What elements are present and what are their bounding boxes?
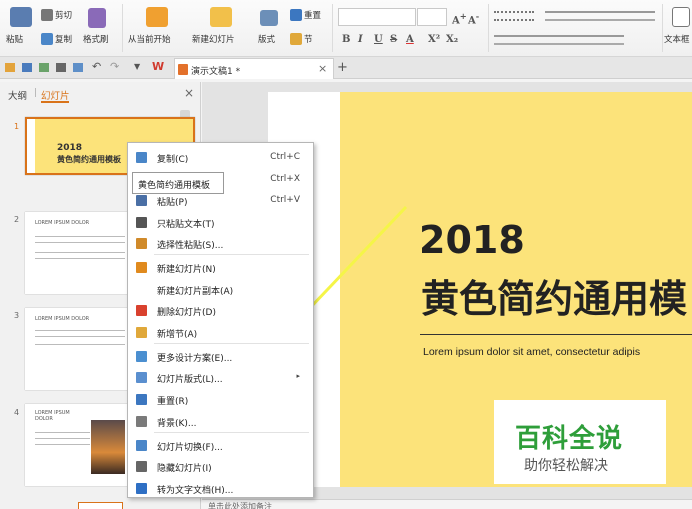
menu-item-label: 隐藏幻灯片(I)	[157, 464, 212, 474]
menu-item-background[interactable]: 背景(K)...	[128, 411, 314, 432]
to-word-icon	[136, 483, 147, 494]
menu-item-label: 幻灯片切换(F)...	[157, 443, 223, 453]
menu-separator	[154, 432, 309, 433]
paste-icon	[136, 195, 147, 206]
menu-item-more-designs[interactable]: 更多设计方案(E)...	[128, 346, 314, 367]
delete-slide-icon	[136, 305, 147, 316]
annotation-arrow	[198, 205, 408, 424]
menu-item-label: 更多设计方案(E)...	[157, 354, 233, 364]
menu-item-label: 新增节(A)	[157, 330, 198, 340]
menu-item-label: 转为文字文档(H)...	[157, 486, 234, 496]
menu-item-label: 重置(R)	[157, 397, 189, 407]
menu-item-label: 背景(K)...	[157, 419, 197, 429]
menu-item-label: 新建幻灯片副本(A)	[157, 287, 234, 297]
menu-item-label: 复制(C)	[157, 155, 189, 165]
menu-item-new-section[interactable]: 新增节(A)	[128, 322, 314, 343]
menu-item-label: 只粘贴文本(T)	[157, 220, 215, 230]
menu-item-label: 选择性粘贴(S)...	[157, 241, 224, 251]
tooltip: 黄色简约通用模板	[132, 172, 224, 194]
hide-slide-icon	[136, 461, 147, 472]
menu-item-convert-to-document[interactable]: 转为文字文档(H)...	[128, 478, 314, 499]
menu-item-copy[interactable]: 复制(C) Ctrl+C	[128, 147, 314, 168]
menu-item-label: 新建幻灯片(N)	[157, 265, 216, 275]
paste-text-icon	[136, 217, 147, 228]
design-icon	[136, 351, 147, 362]
reset-icon	[136, 394, 147, 405]
menu-item-label: 幻灯片版式(L)...	[157, 375, 223, 385]
shortcut-label: Ctrl+C	[270, 152, 300, 162]
menu-item-label: 粘贴(P)	[157, 198, 188, 208]
menu-item-new-slide[interactable]: 新建幻灯片(N)	[128, 257, 314, 278]
menu-item-label: 删除幻灯片(D)	[157, 308, 216, 318]
shortcut-label: Ctrl+X	[270, 174, 300, 184]
paste-special-icon	[136, 238, 147, 249]
transition-icon	[136, 440, 147, 451]
menu-item-reset[interactable]: 重置(R)	[128, 389, 314, 410]
menu-separator	[154, 343, 309, 344]
context-menu: 复制(C)Ctrl+C剪切(T)Ctrl+X粘贴(P)Ctrl+V只粘贴文本(T…	[127, 142, 314, 498]
menu-item-paste-special[interactable]: 选择性粘贴(S)...	[128, 233, 314, 254]
menu-item-slide-transition[interactable]: 幻灯片切换(F)...	[128, 435, 314, 456]
menu-item-slide-layout[interactable]: 幻灯片版式(L)... ▸	[128, 367, 314, 388]
menu-item-hide-slide[interactable]: 隐藏幻灯片(I)	[128, 456, 314, 477]
menu-item-paste-text-only[interactable]: 只粘贴文本(T)	[128, 212, 314, 233]
menu-item-delete-slide[interactable]: 删除幻灯片(D)	[128, 300, 314, 321]
copy-icon	[136, 152, 147, 163]
menu-item-duplicate-slide[interactable]: 新建幻灯片副本(A)	[128, 279, 314, 300]
background-icon	[136, 416, 147, 427]
layout-icon	[136, 372, 147, 383]
shortcut-label: Ctrl+V	[270, 195, 300, 205]
new-slide-icon	[136, 262, 147, 273]
submenu-arrow-icon: ▸	[296, 372, 300, 380]
new-section-icon	[136, 327, 147, 338]
menu-separator	[154, 254, 309, 255]
